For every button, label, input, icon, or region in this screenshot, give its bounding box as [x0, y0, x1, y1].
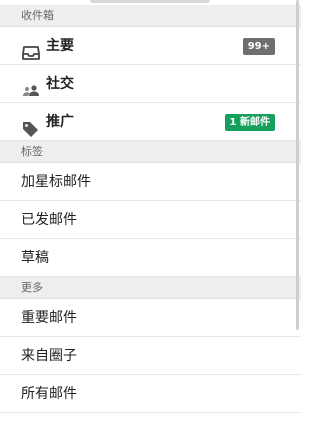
nav-item-starred[interactable]: 加星标邮件	[0, 163, 301, 201]
tag-icon	[22, 114, 40, 137]
navigation-drawer: 收件箱 主要 99+ 社交 推广 1 新邮件 标签 加星标邮件 已发邮件 草稿 …	[0, 0, 301, 430]
nav-item-circles[interactable]: 来自圈子	[0, 337, 301, 375]
nav-item-all-mail[interactable]: 所有邮件	[0, 375, 301, 413]
nav-item-next-partial[interactable]	[0, 413, 301, 430]
nav-item-sent[interactable]: 已发邮件	[0, 201, 301, 239]
nav-item-primary[interactable]: 主要 99+	[0, 27, 301, 65]
inbox-tray-icon	[22, 38, 40, 60]
nav-item-drafts[interactable]: 草稿	[0, 239, 301, 277]
unread-count-badge: 99+	[242, 38, 275, 55]
people-icon	[22, 76, 40, 96]
nav-item-important[interactable]: 重要邮件	[0, 299, 301, 337]
section-header-more: 更多	[0, 277, 301, 299]
nav-item-social[interactable]: 社交	[0, 65, 301, 103]
top-handle	[90, 0, 210, 3]
scrollbar[interactable]	[296, 0, 299, 330]
section-header-inbox: 收件箱	[0, 5, 301, 27]
section-header-labels: 标签	[0, 141, 301, 163]
new-mail-badge: 1 新邮件	[224, 114, 275, 131]
nav-item-promotions[interactable]: 推广 1 新邮件	[0, 103, 301, 141]
